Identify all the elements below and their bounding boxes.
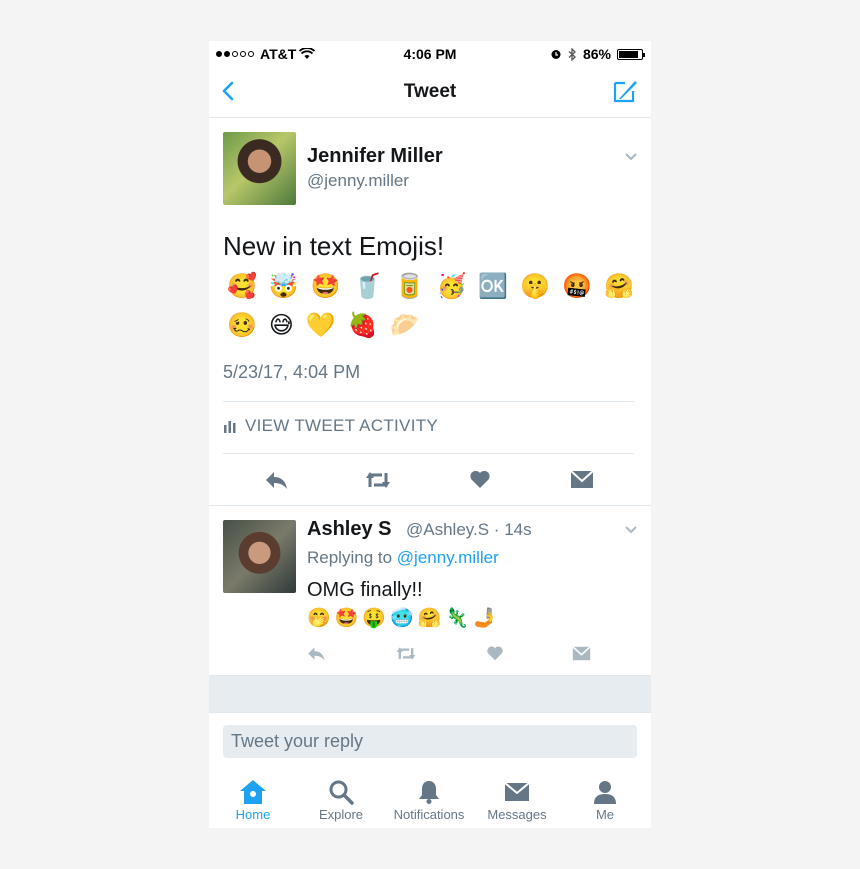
home-icon	[240, 780, 266, 804]
replying-to: Replying to @jenny.miller	[307, 548, 499, 568]
conversation-spacer	[209, 675, 651, 713]
search-icon	[329, 780, 354, 805]
reply-composer[interactable]	[223, 725, 637, 758]
tweet-emoji: 🍓	[347, 312, 378, 339]
reply-author-avatar[interactable]	[223, 520, 296, 593]
tab-home[interactable]: Home	[209, 771, 297, 822]
tab-home-label: Home	[235, 807, 271, 822]
envelope-icon	[504, 782, 530, 801]
tab-me[interactable]: Me	[561, 771, 649, 822]
tweet-emoji: 🥫	[394, 273, 425, 300]
bar-chart-icon	[224, 421, 236, 433]
reply-text: OMG finally!!	[307, 579, 423, 601]
reply-emoji: 🤳	[473, 608, 497, 629]
author-handle[interactable]: @jenny.miller	[307, 171, 409, 191]
tweet-emoji: 🥰	[227, 273, 257, 300]
divider	[209, 505, 651, 506]
retweet-icon[interactable]	[364, 469, 392, 491]
emoji-row-1: 🥰 🤯 🤩 🥤 🥫 🥳 🆗 🤫 🤬 🤗	[227, 273, 634, 301]
tweet-emoji: 🥟	[389, 312, 420, 339]
activity-label: VIEW TWEET ACTIVITY	[245, 416, 439, 435]
view-tweet-activity-link[interactable]: VIEW TWEET ACTIVITY	[223, 416, 438, 436]
divider	[223, 401, 634, 402]
tab-me-label: Me	[595, 807, 615, 822]
phone-screen: AT&T 4:06 PM 86% Tweet Jennifer Miller @…	[209, 41, 651, 828]
tab-messages-label: Messages	[487, 807, 547, 822]
bluetooth-icon	[568, 47, 576, 61]
reply-emoji: 🥶	[390, 608, 414, 629]
person-icon	[594, 781, 616, 804]
tweet-emoji: 🤫	[520, 273, 551, 300]
tweet-emoji: 🤗	[604, 273, 634, 300]
nav-bar: Tweet	[209, 67, 651, 118]
tab-bar: Home Explore Notifications Messages Me	[209, 771, 651, 828]
tweet-emoji: 🤬	[562, 273, 593, 300]
reply-icon[interactable]	[306, 645, 326, 662]
tab-explore[interactable]: Explore	[297, 771, 385, 822]
reply-icon[interactable]	[263, 469, 289, 491]
tweet-emoji: 🥤	[352, 273, 383, 300]
author-name[interactable]: Jennifer Miller	[307, 145, 443, 168]
replying-prefix: Replying to	[307, 548, 393, 567]
tab-notifications[interactable]: Notifications	[385, 771, 473, 822]
tab-notifications-label: Notifications	[393, 807, 465, 822]
divider	[223, 453, 634, 454]
replying-mention-link[interactable]: @jenny.miller	[397, 548, 499, 567]
chevron-down-icon[interactable]	[624, 525, 638, 535]
reply-author-handle[interactable]: @Ashley.S · 14s	[406, 520, 532, 540]
status-bar: AT&T 4:06 PM 86%	[209, 41, 651, 67]
reply-emoji-row: 🤭 🤩 🤑 🥶 🤗 🦎 🤳	[307, 606, 497, 630]
reply-emoji: 🤭	[307, 608, 331, 629]
reply-emoji: 🤗	[417, 608, 442, 629]
battery-icon	[617, 48, 645, 60]
emoji-row-2: 🥴 😅 💛 🍓 🥟	[227, 312, 420, 340]
tweet-emoji: 🆗	[478, 273, 509, 300]
tweet-text: New in text Emojis!	[223, 231, 445, 261]
tweet-emoji: 🤯	[268, 273, 299, 300]
tweet-timestamp: 5/23/17, 4:04 PM	[223, 362, 361, 382]
compose-tweet-icon[interactable]	[611, 77, 639, 105]
direct-message-icon[interactable]	[570, 470, 594, 489]
status-right: 86%	[550, 46, 645, 62]
chevron-down-icon[interactable]	[624, 152, 638, 162]
reply-input[interactable]	[223, 725, 637, 758]
like-icon[interactable]	[486, 645, 504, 661]
tweet-emoji: 😅	[268, 312, 294, 339]
tab-messages[interactable]: Messages	[473, 771, 561, 822]
page-title: Tweet	[403, 81, 457, 102]
retweet-icon[interactable]	[395, 645, 417, 662]
reply-emoji: 🤑	[362, 608, 387, 629]
tweet-emoji: 🥴	[227, 312, 257, 339]
tweet-emoji: 💛	[305, 312, 336, 339]
tab-explore-label: Explore	[318, 807, 364, 822]
direct-message-icon[interactable]	[572, 646, 591, 661]
reply-emoji: 🤩	[334, 608, 359, 629]
battery-percent: 86%	[582, 46, 611, 62]
tweet-emoji: 🤩	[310, 273, 341, 300]
like-icon[interactable]	[469, 469, 491, 489]
bell-icon	[419, 781, 439, 804]
reply-author-name[interactable]: Ashley S	[307, 518, 391, 541]
tweet-emoji: 🥳	[436, 273, 467, 300]
author-avatar[interactable]	[223, 132, 296, 205]
alarm-icon	[551, 50, 561, 59]
reply-emoji: 🦎	[445, 608, 470, 629]
